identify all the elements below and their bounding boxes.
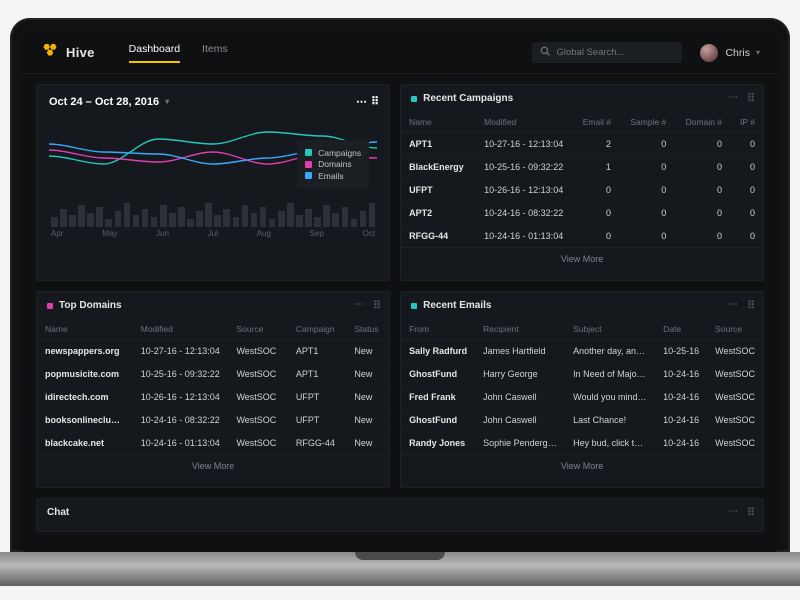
view-more-link[interactable]: View More [37,454,389,477]
panel-move-icon[interactable]: ⠿ [373,299,379,312]
panel-menu-icon[interactable]: ⋯ [728,506,739,519]
logo: Hive [40,44,95,62]
chart-legend: CampaignsDomainsEmails [297,140,369,188]
panel-title: Recent Campaigns [423,93,513,104]
recent-campaigns-table: NameModifiedEmail #Sample #Domain #IP #A… [401,112,763,247]
panel-move-icon[interactable]: ⠿ [371,96,377,108]
tab-dashboard[interactable]: Dashboard [129,43,180,63]
app-header: Hive Dashboard Items Chris ▾ [22,32,778,74]
dashboard-grid: Oct 24 – Oct 28, 2016 ▾ ⋯ ⠿ AprMayJunJul… [22,74,778,552]
recent-campaigns-panel: Recent Campaigns ⋯ ⠿ NameModifiedEmail #… [400,84,764,281]
table-row[interactable]: blackcake.net10-24-16 - 01:13:04WestSOCR… [37,432,389,455]
table-row[interactable]: Fred FrankJohn CaswellWould you mind hel… [401,386,763,409]
search-input[interactable] [556,47,674,58]
user-name: Chris [725,47,750,59]
top-domains-panel: Top Domains ⋯ ⠿ NameModifiedSourceCampai… [36,291,390,488]
panel-title: Recent Emails [423,300,491,311]
panel-menu-icon[interactable]: ⋯ [354,299,365,312]
table-row[interactable]: booksonlineclub.com10-24-16 - 08:32:22We… [37,409,389,432]
top-domains-table: NameModifiedSourceCampaignStatusnewspapp… [37,319,389,454]
table-row[interactable]: Randy JonesSophie PendergrassHey bud, cl… [401,432,763,455]
panel-move-icon[interactable]: ⠿ [747,299,753,312]
panel-move-icon[interactable]: ⠿ [747,506,753,519]
panel-dot-icon [47,303,53,309]
nav-tabs: Dashboard Items [129,43,228,63]
panel-title: Chat [47,507,69,518]
table-row[interactable]: UFPT10-26-16 - 12:13:040000 [401,179,763,202]
chevron-down-icon[interactable]: ▾ [165,97,169,106]
recent-emails-table: FromRecipientSubjectDateSourceSally Radf… [401,319,763,454]
laptop-base [0,552,800,586]
panel-dot-icon [411,303,417,309]
chevron-down-icon: ▾ [756,48,760,57]
panel-menu-icon[interactable]: ⋯ [728,92,739,105]
avatar[interactable] [700,44,718,62]
date-range[interactable]: Oct 24 – Oct 28, 2016 [49,96,159,108]
table-row[interactable]: RFGG-4410-24-16 - 01:13:040000 [401,225,763,248]
panel-title: Top Domains [59,300,122,311]
table-row[interactable]: newspappers.org10-27-16 - 12:13:04WestSO… [37,340,389,363]
table-row[interactable]: popmusicite.com10-25-16 - 09:32:22WestSO… [37,363,389,386]
table-row[interactable]: GhostFundJohn CaswellLast Chance!10-24-1… [401,409,763,432]
chart-zone: AprMayJunJulAugSepOct CampaignsDomainsEm… [37,112,389,250]
panel-menu-icon[interactable]: ⋯ [728,299,739,312]
chat-panel: Chat ⋯ ⠿ [36,498,764,532]
screen: Hive Dashboard Items Chris ▾ [22,32,778,552]
table-row[interactable]: Sally RadfurdJames HartfieldAnother day,… [401,340,763,363]
tab-items[interactable]: Items [202,43,228,63]
panel-move-icon[interactable]: ⠿ [747,92,753,105]
search-icon [540,46,550,59]
user-menu[interactable]: Chris ▾ [725,47,760,59]
view-more-link[interactable]: View More [401,454,763,477]
table-row[interactable]: APT210-24-16 - 08:32:220000 [401,202,763,225]
panel-dot-icon [411,96,417,102]
app-name: Hive [66,45,95,60]
table-row[interactable]: idirectech.com10-26-16 - 12:13:04WestSOC… [37,386,389,409]
table-row[interactable]: APT110-27-16 - 12:13:042000 [401,133,763,156]
panel-menu-icon[interactable]: ⋯ [356,96,368,108]
view-more-link[interactable]: View More [401,247,763,270]
recent-emails-panel: Recent Emails ⋯ ⠿ FromRecipientSubjectDa… [400,291,764,488]
table-row[interactable]: BlackEnergy10-25-16 - 09:32:221000 [401,156,763,179]
hive-icon [40,44,60,62]
global-search[interactable] [532,42,682,63]
table-row[interactable]: GhostFundHarry GeorgeIn Need of Major He… [401,363,763,386]
activity-chart-panel: Oct 24 – Oct 28, 2016 ▾ ⋯ ⠿ AprMayJunJul… [36,84,390,281]
laptop-frame: Hive Dashboard Items Chris ▾ [10,18,790,552]
